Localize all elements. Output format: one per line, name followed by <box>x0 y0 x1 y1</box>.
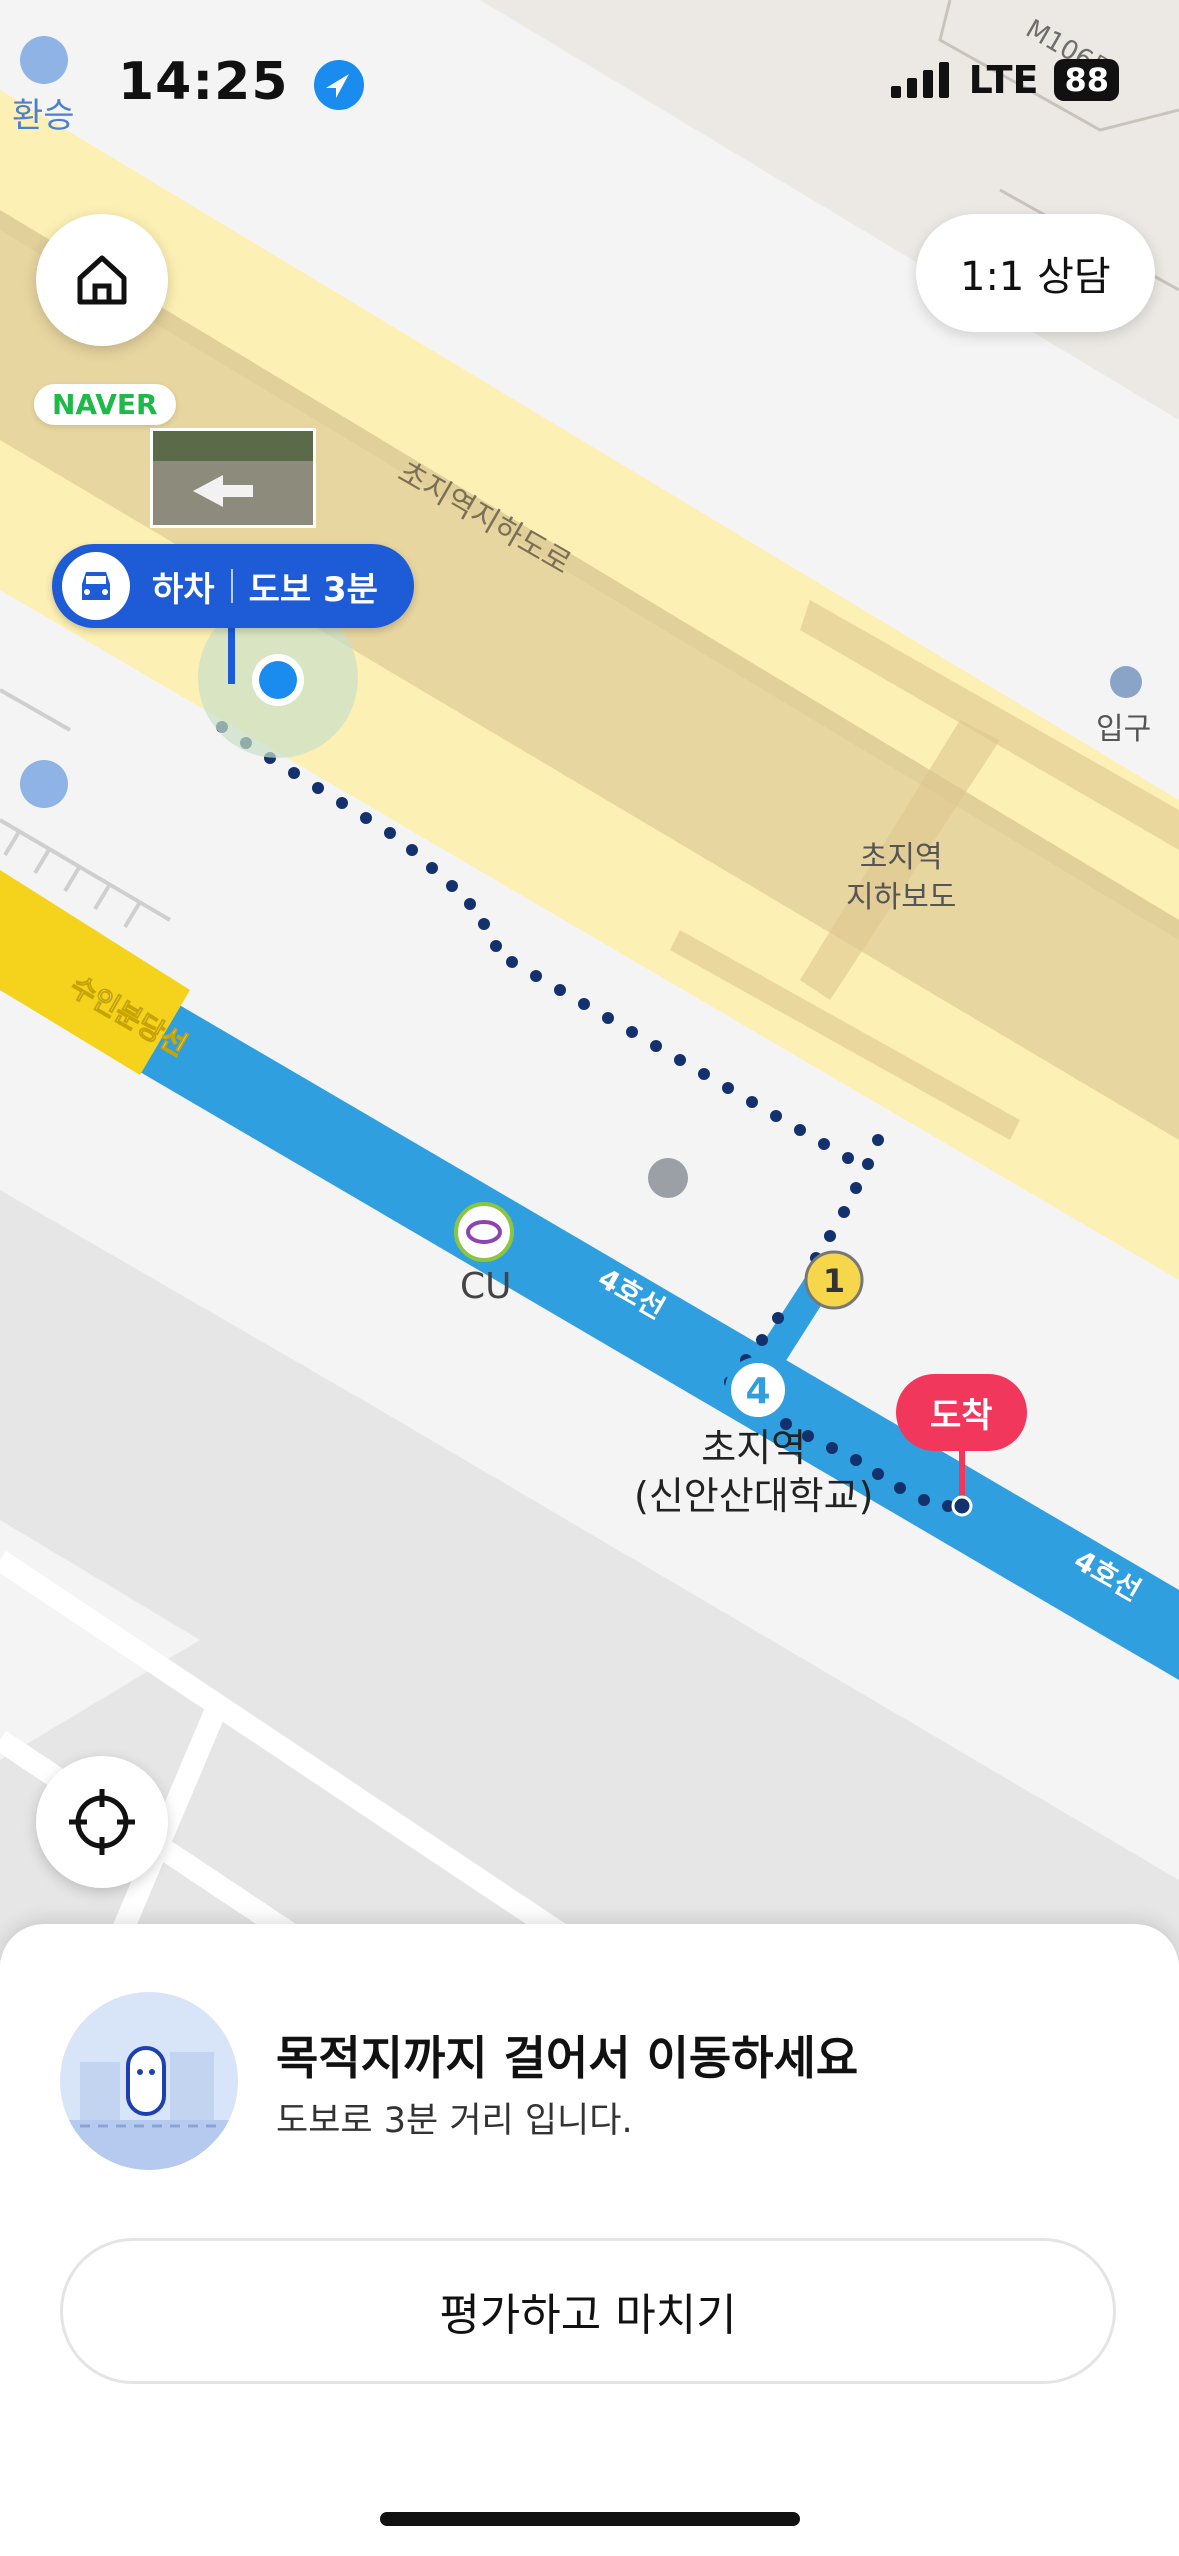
sheet-title: 목적지까지 걸어서 이동하세요 <box>276 2031 859 2085</box>
status-indicators: LTE 88 <box>890 58 1119 102</box>
naver-badge: NAVER <box>34 384 176 425</box>
station-subname: (신안산대학교) <box>634 1474 874 1518</box>
signal-icon <box>890 62 949 98</box>
location-arrow-icon <box>313 60 364 110</box>
status-time: 14:25 <box>118 52 364 112</box>
home-indicator[interactable] <box>380 2512 800 2526</box>
network-label: LTE <box>968 58 1039 102</box>
arrive-pin: 도착 <box>896 1374 1027 1451</box>
crosshair-icon <box>69 1789 135 1855</box>
underpass-walk-line2: 지하보도 <box>846 880 957 915</box>
consult-button[interactable]: 1:1 상담 <box>916 214 1155 332</box>
car-icon <box>62 552 130 620</box>
home-icon <box>77 255 127 305</box>
street-view-thumbnail[interactable] <box>150 428 316 528</box>
sheet-subtitle: 도보로 3분 거리 입니다. <box>276 2101 633 2141</box>
walk-time-label: 도보 3분 <box>248 569 378 610</box>
cu-label: CU <box>460 1266 512 1307</box>
exit-number: 1 <box>823 1262 845 1300</box>
underpass-walk-label: 초지역 지하보도 <box>846 838 956 918</box>
dropoff-label: 하차 <box>152 569 215 610</box>
locate-me-button[interactable] <box>36 1756 168 1888</box>
pill-divider <box>230 569 233 603</box>
dropoff-walk-pill: 하차 도보 3분 <box>52 544 414 628</box>
parking-transfer-label: 환승 <box>12 96 75 136</box>
underpass-walk-line1: 초지역 <box>859 840 943 875</box>
home-button[interactable] <box>36 214 168 346</box>
station-line-number: 4 <box>745 1371 770 1412</box>
walking-illustration <box>60 1992 238 2170</box>
battery-indicator: 88 <box>1054 59 1119 101</box>
station-label: 초지역 (신안산대학교) <box>634 1424 873 1520</box>
station-name: 초지역 <box>701 1426 807 1470</box>
rate-and-finish-button[interactable]: 평가하고 마치기 <box>60 2238 1116 2384</box>
entrance-label: 입구 <box>1096 712 1152 747</box>
